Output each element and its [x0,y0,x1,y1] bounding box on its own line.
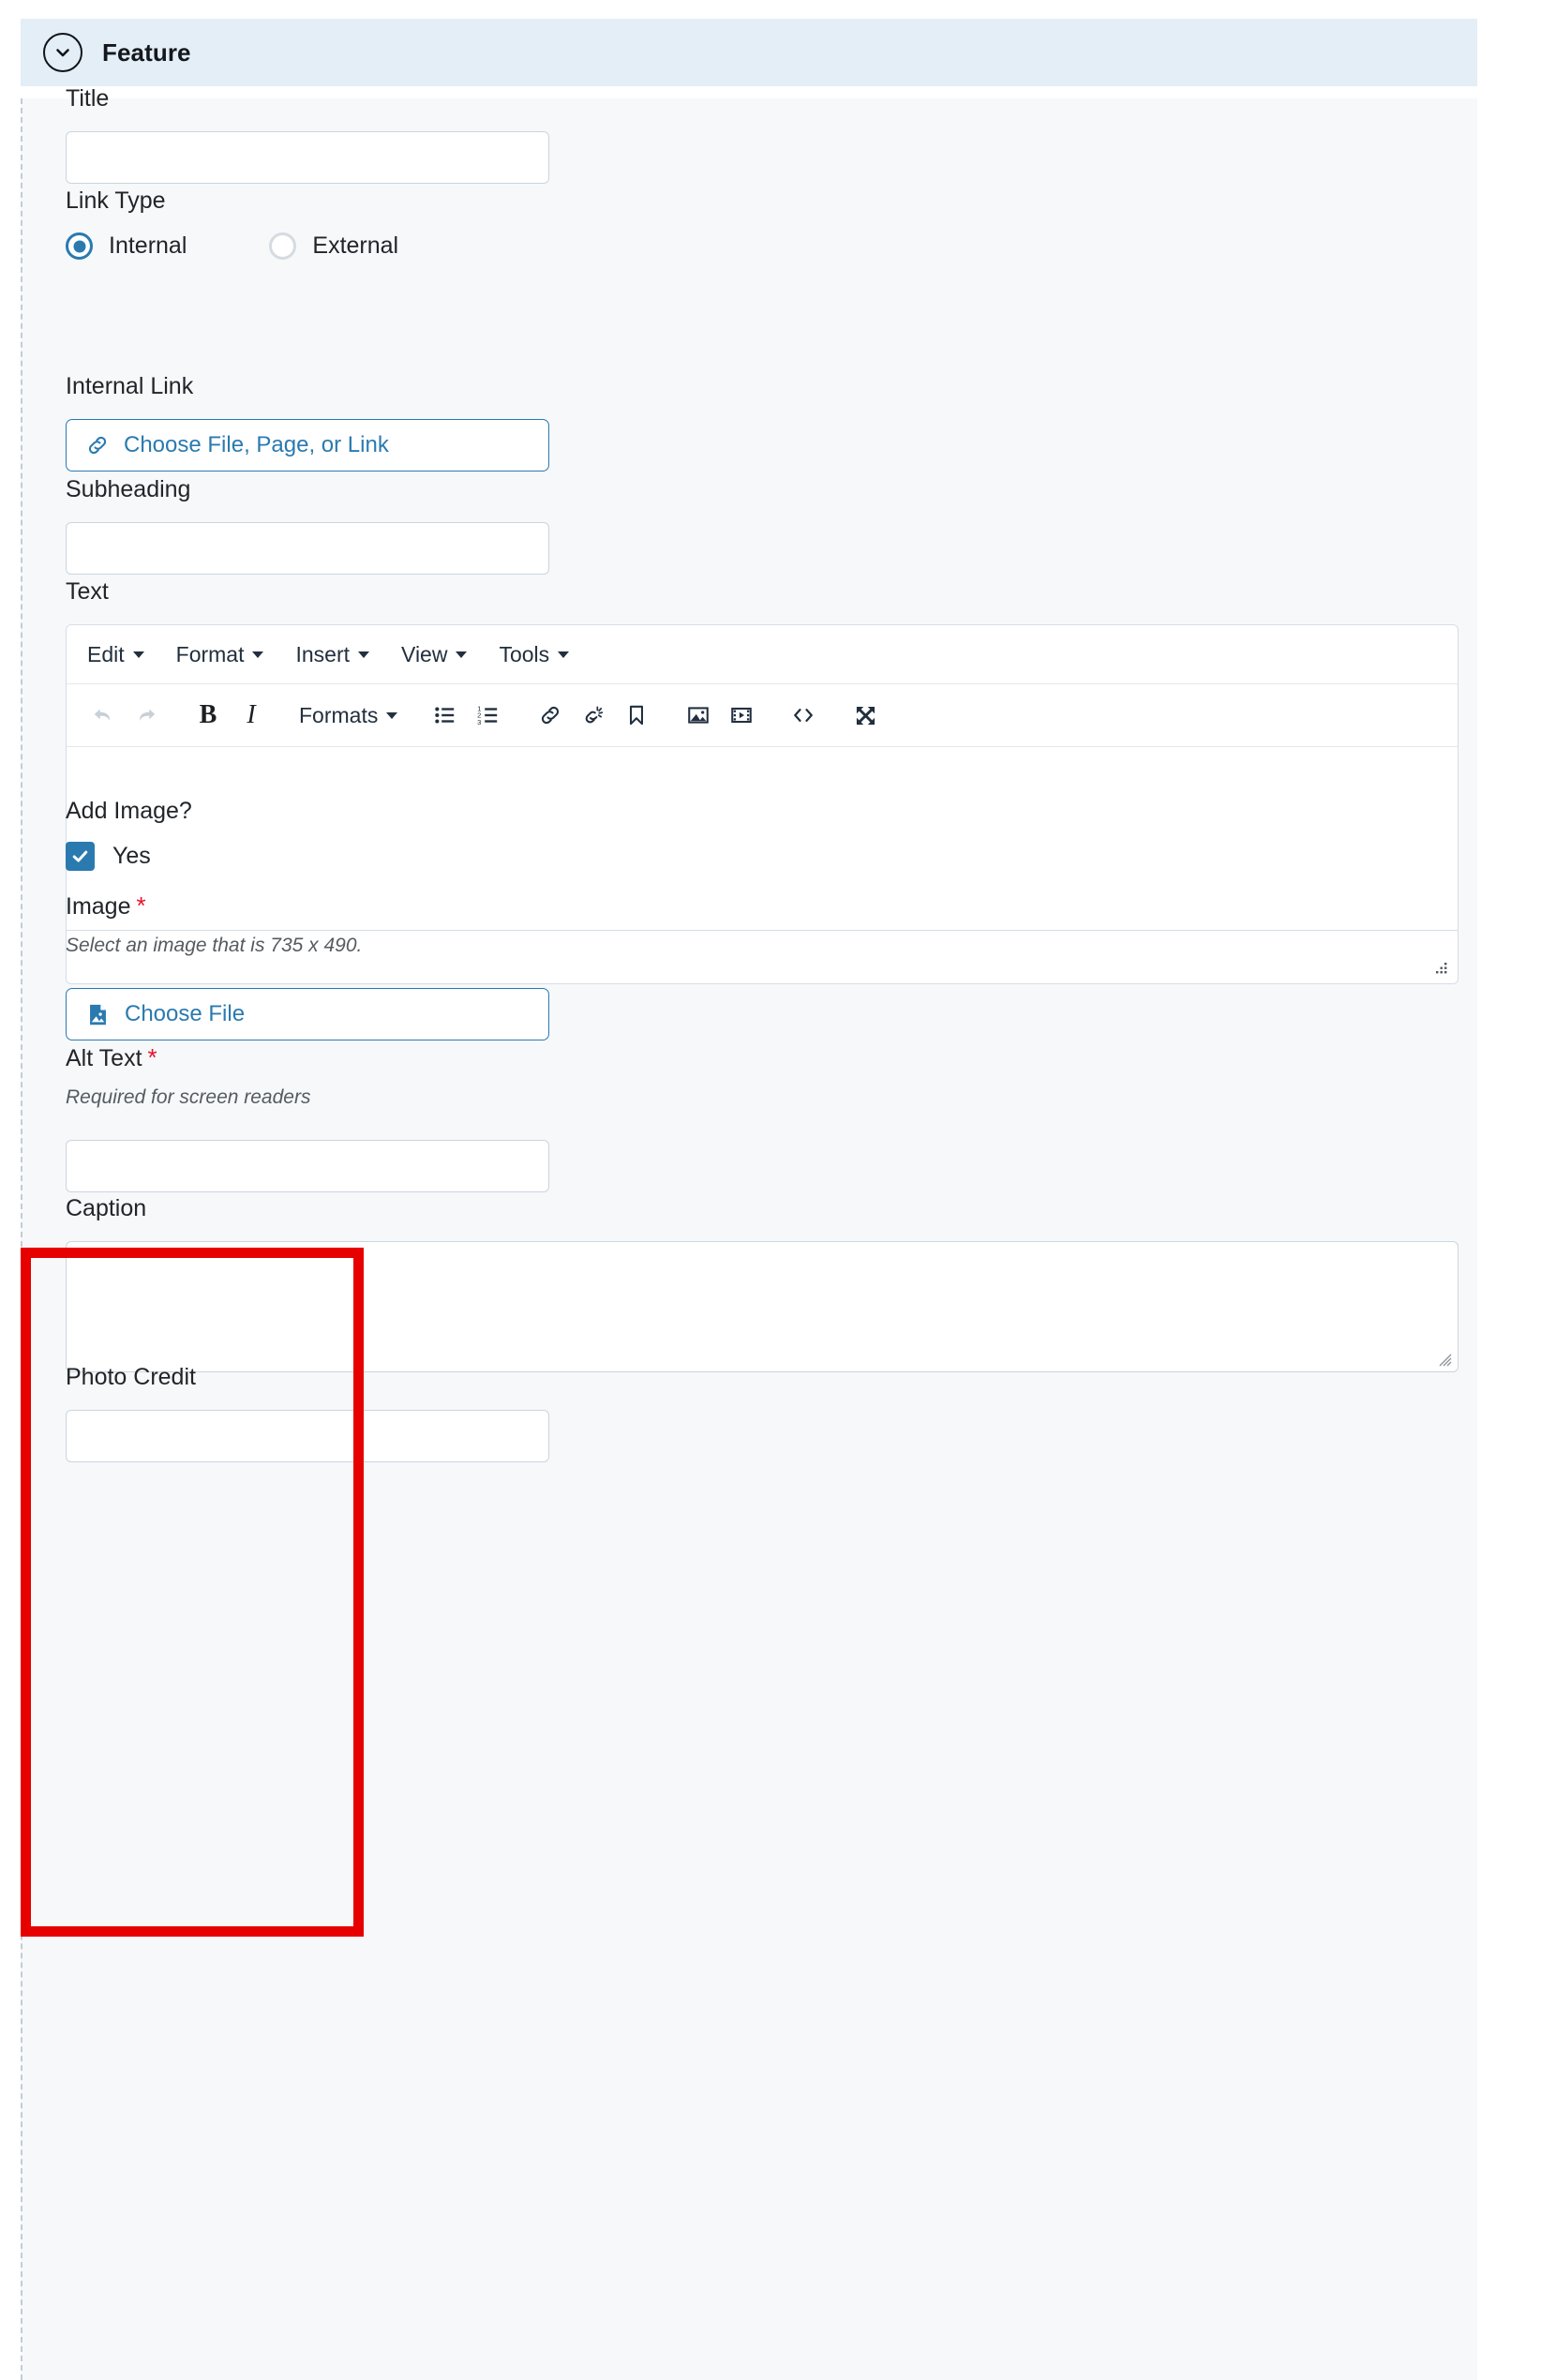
unlink-icon[interactable] [572,694,615,737]
radio-option-external[interactable]: External [269,232,398,260]
image-helper-text: Select an image that is 735 x 490. [66,935,363,956]
link-type-radio-group: Internal External [66,232,398,260]
image-label: Image [66,893,131,920]
subheading-input[interactable] [66,522,549,575]
radio-internal-label: Internal [109,232,187,259]
page-title: Feature [102,37,191,67]
redo-icon[interactable] [125,694,168,737]
image-required-marker: * [136,891,146,920]
field-subheading: Subheading [66,478,549,575]
editor-menubar: Edit Format Insert View Tools [67,625,1458,684]
undo-icon[interactable] [82,694,125,737]
link-icon[interactable] [529,694,572,737]
field-caption: Caption [66,1197,1459,1372]
link-type-label: Link Type [66,187,166,214]
caption-textarea[interactable] [66,1241,1459,1372]
chevron-down-icon[interactable] [43,33,82,72]
chevron-down-icon [252,651,264,658]
text-label: Text [66,578,109,605]
formats-dropdown[interactable]: Formats [292,703,405,728]
link-icon [85,433,110,457]
radio-option-internal[interactable]: Internal [66,232,187,260]
subheading-label: Subheading [66,476,191,502]
image-label-row: Image * [66,893,549,919]
alt-text-required-marker: * [147,1043,157,1071]
menu-view[interactable]: View [401,642,468,667]
chevron-down-icon [358,651,370,658]
italic-icon[interactable]: I [230,694,273,737]
image-file-icon [85,1002,111,1027]
add-image-label: Add Image? [66,798,192,824]
radio-external-label: External [312,232,399,259]
field-photo-credit: Photo Credit [66,1366,549,1462]
source-code-icon[interactable] [782,694,825,737]
chevron-down-icon [558,651,570,658]
field-add-image: Add Image? Yes [66,800,192,871]
menu-insert[interactable]: Insert [295,642,370,667]
radio-external[interactable] [269,232,297,260]
alt-text-label: Alt Text [66,1045,142,1071]
menu-tools[interactable]: Tools [499,642,570,667]
radio-internal[interactable] [66,232,93,260]
title-label: Title [66,85,110,112]
add-image-checkbox-row[interactable]: Yes [66,842,192,871]
editor-toolbar: B I Formats 1 2 3 [67,684,1458,747]
choose-file-page-link-label: Choose File, Page, or Link [124,432,389,457]
photo-credit-label: Photo Credit [66,1364,196,1390]
bold-icon[interactable]: B [187,694,230,737]
alt-text-input[interactable] [66,1140,549,1192]
form-body: Title Link Type Internal External Intern… [21,87,1477,2380]
svg-text:3: 3 [477,718,481,726]
menu-edit[interactable]: Edit [87,642,144,667]
field-title: Title [66,87,549,184]
bullet-list-icon[interactable] [424,694,467,737]
media-icon[interactable] [720,694,763,737]
add-image-checkbox[interactable] [66,842,95,871]
accordion-header-feature[interactable]: Feature [21,19,1477,86]
internal-link-label: Internal Link [66,373,194,399]
menu-format[interactable]: Format [176,642,264,667]
field-internal-link: Internal Link Choose File, Page, or Link [66,375,549,472]
image-icon[interactable] [677,694,720,737]
alt-text-helper-text: Required for screen readers [66,1086,311,1108]
feature-form-page: Feature Title Link Type Internal Externa… [0,0,1541,2380]
field-link-type: Link Type Internal External [66,189,398,260]
fullscreen-icon[interactable] [844,694,887,737]
numbered-list-icon[interactable]: 1 2 3 [467,694,510,737]
photo-credit-input[interactable] [66,1410,549,1462]
anchor-icon[interactable] [615,694,658,737]
caption-resize-handle[interactable] [1436,1351,1452,1367]
alt-text-label-row: Alt Text * [66,1045,549,1070]
chevron-down-icon [132,651,144,658]
caption-label: Caption [66,1195,147,1221]
editor-resize-handle[interactable] [1435,962,1448,975]
field-alt-text: Alt Text * Required for screen readers [66,1045,549,1192]
add-image-checkbox-label: Yes [112,843,151,869]
chevron-down-icon [456,651,468,658]
title-input[interactable] [66,131,549,184]
choose-file-button[interactable]: Choose File [66,988,549,1040]
choose-file-label: Choose File [125,1001,246,1026]
chevron-down-icon [386,711,398,719]
choose-file-page-link-button[interactable]: Choose File, Page, or Link [66,419,549,472]
field-image: Image * Select an image that is 735 x 490… [66,893,549,1040]
